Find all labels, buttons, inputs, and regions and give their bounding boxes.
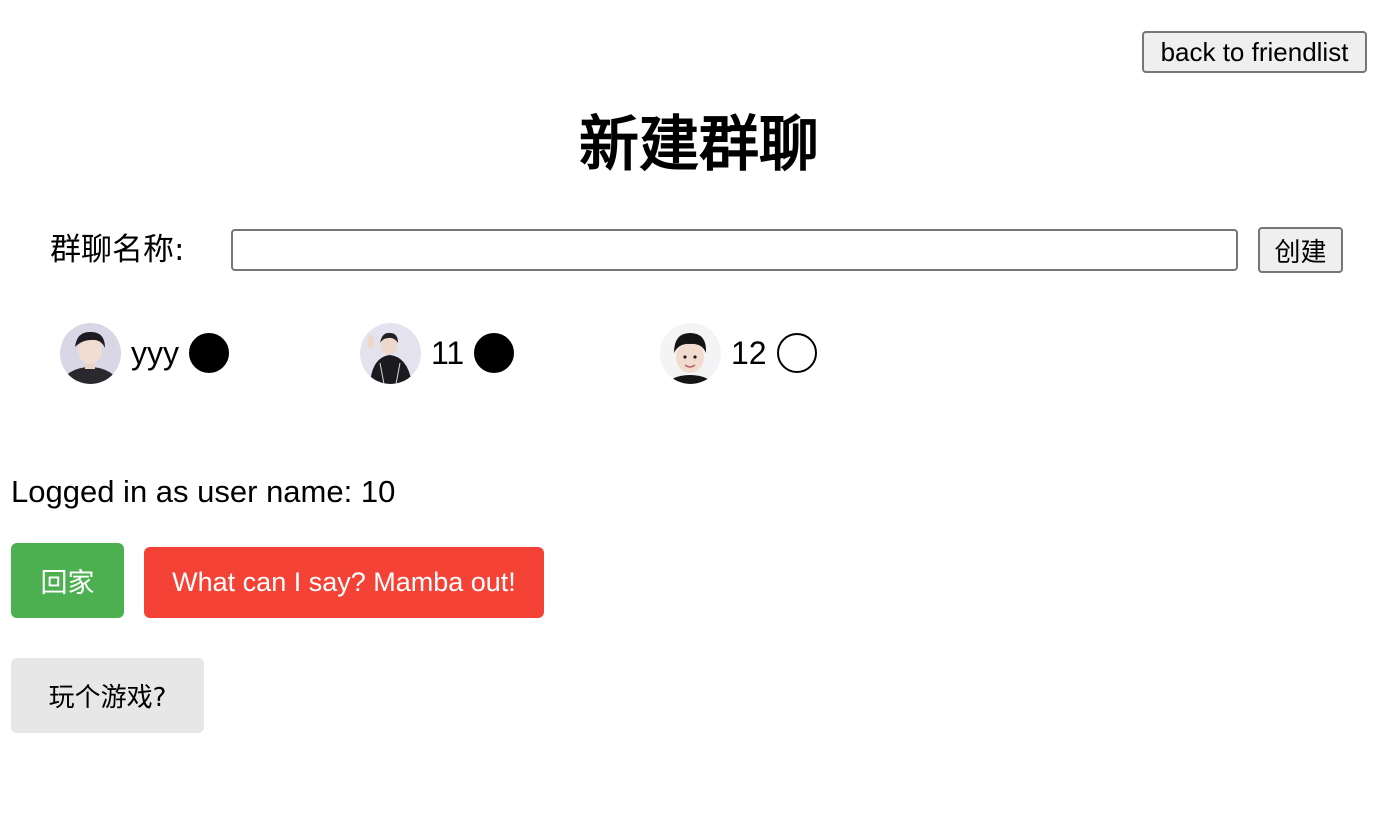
friend-select-radio[interactable] xyxy=(776,333,817,373)
avatar-photo-icon xyxy=(60,322,121,384)
avatar xyxy=(660,322,721,384)
avatar-photo-icon xyxy=(360,322,421,384)
friend-name: yyy xyxy=(131,335,179,371)
avatar xyxy=(360,322,421,384)
avatar-photo-icon xyxy=(660,322,721,384)
friend-item: 12 xyxy=(660,322,817,384)
play-game-button[interactable]: 玩个游戏? xyxy=(11,658,204,733)
page-title: 新建群聊 xyxy=(579,110,819,180)
friend-item: 11 xyxy=(360,322,515,384)
friend-name: 11 xyxy=(431,335,465,371)
friend-select-radio[interactable] xyxy=(189,333,229,373)
group-name-label: 群聊名称: xyxy=(50,232,185,268)
friend-name: 12 xyxy=(731,335,767,371)
group-name-input[interactable] xyxy=(231,229,1238,271)
friend-select-radio[interactable] xyxy=(474,333,515,373)
friend-item: yyy xyxy=(60,322,229,384)
mamba-out-button[interactable]: What can I say? Mamba out! xyxy=(144,547,544,618)
back-to-friendlist-button[interactable]: back to friendlist xyxy=(1142,31,1367,73)
logged-in-status: Logged in as user name: 10 xyxy=(11,474,396,509)
create-group-button[interactable]: 创建 xyxy=(1258,227,1343,273)
avatar xyxy=(60,322,121,384)
new-group-chat-page: back to friendlist 新建群聊 群聊名称: 创建 yyy 11 … xyxy=(0,0,1398,818)
home-button[interactable]: 回家 xyxy=(11,543,124,618)
